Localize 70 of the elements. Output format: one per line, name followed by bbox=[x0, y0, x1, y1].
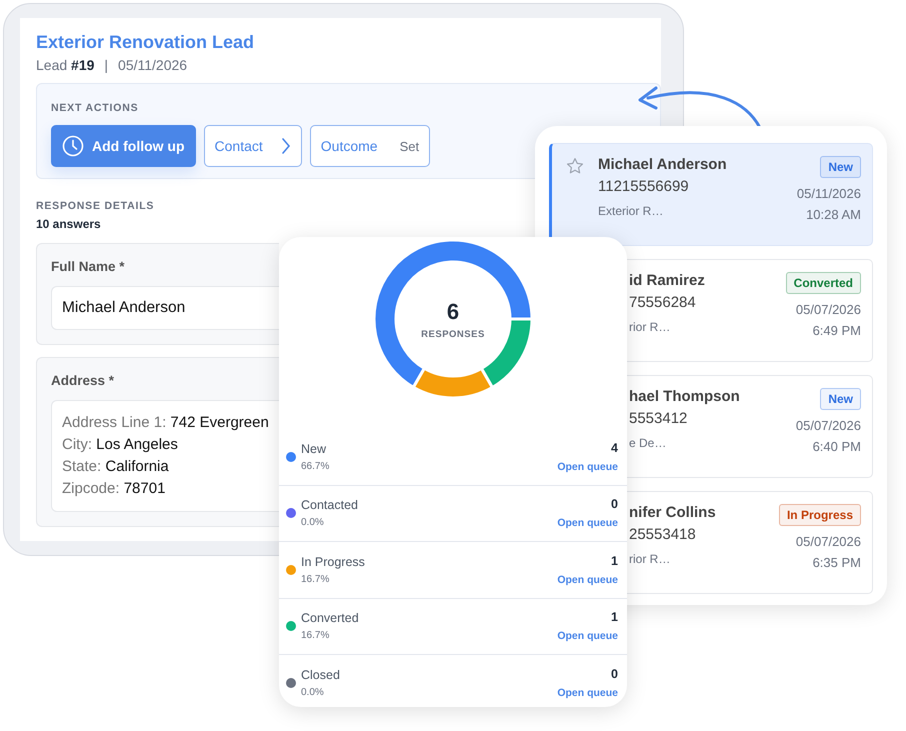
lead-date: 05/11/2026 bbox=[796, 186, 861, 201]
lead-list-item[interactable]: nifer Collins 25553418 rior R… In Progress 05/07/2026 6:35 PM bbox=[627, 491, 873, 594]
lead-list-item[interactable]: Michael Anderson 11215556699 Exterior R… New 05/11/2026 10:28 AM bbox=[549, 143, 873, 246]
lead-name: Michael Anderson bbox=[598, 156, 727, 173]
lead-name: id Ramirez bbox=[629, 272, 705, 289]
lead-phone: 11215556699 bbox=[598, 178, 689, 195]
status-percent: 0.0% bbox=[301, 687, 324, 698]
field-label: Full Name * bbox=[51, 259, 125, 274]
lead-time: 6:35 PM bbox=[812, 555, 861, 570]
lead-description: rior R… bbox=[629, 552, 670, 566]
lead-time: 6:40 PM bbox=[812, 439, 861, 454]
status-count: 1 bbox=[611, 610, 618, 624]
status-badge: New bbox=[820, 388, 861, 410]
total-count: 6 bbox=[446, 299, 460, 325]
status-percent: 66.7% bbox=[301, 460, 330, 472]
lead-phone: 75556284 bbox=[629, 294, 696, 311]
address-line: State: California bbox=[62, 457, 169, 477]
section-heading: NEXT ACTIONS bbox=[51, 102, 138, 114]
status-label: Contacted bbox=[301, 498, 358, 512]
open-queue-link[interactable]: Open queue bbox=[557, 630, 618, 642]
status-percent: 16.7% bbox=[301, 574, 330, 585]
lead-description: rior R… bbox=[629, 320, 670, 334]
chevron-icon bbox=[280, 137, 291, 155]
open-queue-link[interactable]: Open queue bbox=[557, 574, 618, 586]
status-count: 0 bbox=[611, 667, 618, 682]
status-badge: Converted bbox=[786, 272, 861, 294]
status-count: 1 bbox=[611, 554, 618, 568]
lead-phone: 25553418 bbox=[629, 526, 696, 543]
lead-name: nifer Collins bbox=[629, 504, 716, 521]
open-queue-link[interactable]: Open queue bbox=[557, 687, 618, 700]
status-label: New bbox=[301, 442, 326, 456]
status-percent: 16.7% bbox=[301, 630, 330, 642]
star-icon[interactable] bbox=[566, 157, 584, 175]
action-button[interactable]: Contact bbox=[204, 125, 302, 167]
lead-description: e De… bbox=[629, 436, 666, 450]
status-label: Closed bbox=[301, 668, 340, 682]
action-button[interactable]: Outcome Set bbox=[310, 125, 430, 167]
address-line: City: Los Angeles bbox=[62, 435, 178, 455]
lead-date: 05/07/2026 bbox=[796, 302, 861, 317]
status-percent: 0.0% bbox=[301, 517, 324, 528]
name-field: Michael Anderson bbox=[51, 286, 279, 330]
lead-time: 6:49 PM bbox=[812, 323, 861, 338]
answer-count: 10 answers bbox=[36, 217, 101, 231]
lead-title: Exterior Renovation Lead bbox=[36, 32, 254, 53]
section-heading: RESPONSE DETAILS bbox=[36, 200, 154, 212]
status-count: 4 bbox=[611, 440, 618, 455]
action-button[interactable]: Add follow up bbox=[51, 125, 196, 167]
lead-list-item[interactable]: id Ramirez 75556284 rior R… Converted 05/07/2026 6:49 PM bbox=[627, 259, 873, 362]
lead-date: 05/07/2026 bbox=[796, 418, 861, 433]
status-label: Converted bbox=[301, 611, 359, 626]
lead-time: 10:28 AM bbox=[806, 207, 861, 222]
lead-date: 05/11/2026 bbox=[118, 57, 188, 73]
lead-date: 05/07/2026 bbox=[796, 534, 861, 549]
clock-icon bbox=[62, 135, 84, 157]
status-badge: New bbox=[820, 156, 861, 178]
status-badge: In Progress bbox=[778, 504, 861, 526]
open-queue-link[interactable]: Open queue bbox=[557, 460, 618, 473]
status-count: 0 bbox=[611, 497, 618, 512]
status-label: In Progress bbox=[301, 554, 365, 569]
lead-list-item[interactable]: hael Thompson 5553412 e De… New 05/07/2026 6:40 PM bbox=[627, 375, 873, 478]
lead-name: hael Thompson bbox=[629, 388, 740, 405]
open-queue-link[interactable]: Open queue bbox=[557, 517, 618, 530]
lead-number: Lead #19 bbox=[36, 57, 94, 73]
lead-description: Exterior R… bbox=[598, 204, 664, 218]
total-label: RESPONSES bbox=[421, 329, 485, 340]
lead-phone: 5553412 bbox=[629, 410, 688, 427]
address-line: Address Line 1: 742 Evergreen bbox=[62, 413, 269, 433]
field-label: Address * bbox=[51, 373, 114, 388]
address-line: Zipcode: 78701 bbox=[62, 479, 166, 499]
separator: | bbox=[104, 57, 108, 73]
